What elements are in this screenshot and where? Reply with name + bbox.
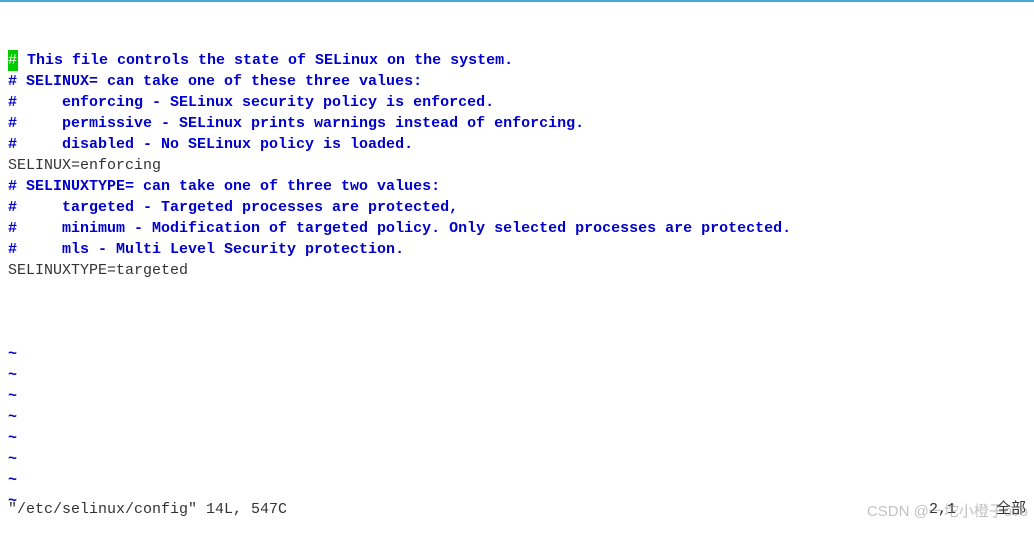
empty-line-tilde: ~ (8, 365, 1026, 386)
empty-line-tilde: ~ (8, 428, 1026, 449)
editor-line[interactable]: # This file controls the state of SELinu… (8, 50, 1026, 71)
cursor-position: 2,1 (929, 499, 956, 520)
editor-line[interactable]: # enforcing - SELinux security policy is… (8, 92, 1026, 113)
empty-line-tilde: ~ (8, 449, 1026, 470)
editor-line[interactable]: SELINUXTYPE=targeted (8, 260, 1026, 281)
empty-line-tilde: ~ (8, 470, 1026, 491)
editor-line[interactable] (8, 281, 1026, 302)
empty-line-tilde: ~ (8, 386, 1026, 407)
empty-line-tilde: ~ (8, 407, 1026, 428)
editor-line[interactable]: # SELINUXTYPE= can take one of three two… (8, 176, 1026, 197)
editor-line[interactable]: # mls - Multi Level Security protection. (8, 239, 1026, 260)
empty-line-tilde: ~ (8, 344, 1026, 365)
editor-line[interactable]: SELINUX=enforcing (8, 155, 1026, 176)
file-info: "/etc/selinux/config" 14L, 547C (8, 499, 287, 520)
editor-line[interactable]: # permissive - SELinux prints warnings i… (8, 113, 1026, 134)
vim-status-bar: "/etc/selinux/config" 14L, 547C 2,1 全部 (8, 499, 1026, 520)
text-editor-area[interactable]: # This file controls the state of SELinu… (0, 2, 1034, 539)
scroll-indicator: 全部 (996, 499, 1026, 520)
editor-line[interactable]: # targeted - Targeted processes are prot… (8, 197, 1026, 218)
editor-line[interactable]: # disabled - No SELinux policy is loaded… (8, 134, 1026, 155)
editor-line[interactable]: # minimum - Modification of targeted pol… (8, 218, 1026, 239)
cursor: # (8, 50, 18, 71)
editor-line[interactable]: # SELINUX= can take one of these three v… (8, 71, 1026, 92)
